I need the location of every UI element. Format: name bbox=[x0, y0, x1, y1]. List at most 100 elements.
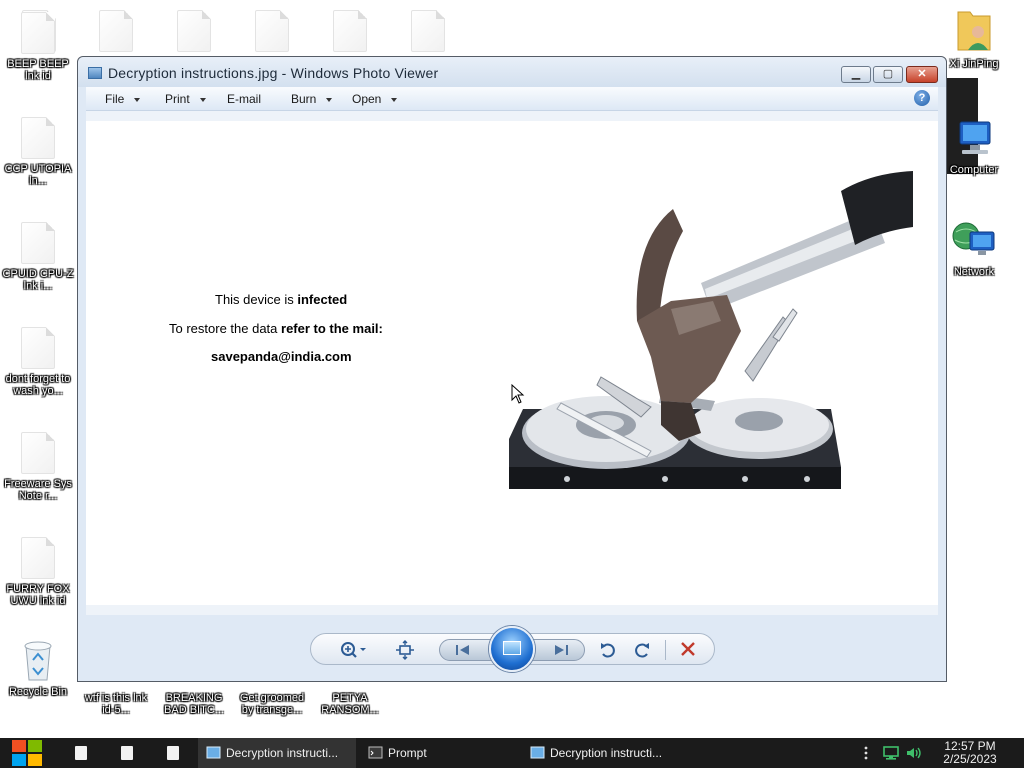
file-icon bbox=[21, 117, 55, 159]
file-icon bbox=[333, 10, 367, 52]
menu-file[interactable]: File bbox=[105, 92, 141, 106]
windows-logo-icon bbox=[12, 740, 42, 766]
file-icon bbox=[99, 10, 133, 52]
desktop-icon-beep[interactable]: BEEP BEEP lnk id bbox=[0, 12, 76, 82]
desktop-icon-label: Computer bbox=[949, 164, 999, 176]
desktop-icon-label: Network bbox=[953, 266, 995, 278]
close-button[interactable]: ✕ bbox=[906, 66, 938, 83]
desktop-icon-label: Freeware Sys Note r... bbox=[4, 478, 72, 502]
viewer-top-strip bbox=[86, 111, 938, 121]
delete-button[interactable] bbox=[675, 640, 701, 660]
taskbar-item-label: Decryption instructi... bbox=[226, 746, 339, 760]
desktop-icon-label: BEEP BEEP lnk id bbox=[7, 58, 69, 82]
start-button[interactable] bbox=[10, 738, 44, 768]
delete-icon bbox=[681, 642, 695, 656]
previous-button[interactable] bbox=[450, 641, 476, 661]
viewer-bottom-strip bbox=[86, 605, 938, 615]
desktop-icon-cpuid[interactable]: CPUID CPU-Z lnk i... bbox=[0, 222, 76, 292]
desktop-icon-recycle-bin[interactable]: Recycle Bin bbox=[0, 638, 76, 698]
desktop-icon-petya[interactable]: PETYA RANSOM... bbox=[312, 688, 388, 716]
file-icon bbox=[21, 327, 55, 369]
desktop-icon-computer[interactable]: Computer bbox=[936, 118, 1012, 176]
desktop-icon-dont-forget[interactable]: dont forget to wash yo... bbox=[0, 327, 76, 397]
taskbar-item-prompt[interactable]: Prompt bbox=[360, 738, 520, 768]
close-icon: ✕ bbox=[917, 68, 927, 80]
file-icon bbox=[21, 222, 55, 264]
file-icon bbox=[255, 10, 289, 52]
minimize-icon: ▁ bbox=[851, 68, 861, 80]
menu-open[interactable]: Open bbox=[352, 92, 398, 106]
file-icon bbox=[411, 10, 445, 52]
menu-label: E-mail bbox=[227, 92, 262, 106]
fit-to-window-button[interactable] bbox=[393, 640, 417, 660]
file-icon bbox=[21, 12, 55, 54]
control-divider bbox=[665, 640, 666, 660]
desktop-icon-user-folder[interactable]: Xi JinPing bbox=[936, 6, 1012, 70]
desktop-icon-label: PETYA RANSOM... bbox=[321, 692, 379, 716]
network-icon bbox=[952, 222, 995, 255]
taskbar-item-photo-viewer[interactable]: Decryption instructi... bbox=[198, 738, 356, 768]
restore-message: To restore the data refer to the mail: bbox=[169, 321, 383, 336]
taskbar: Decryption instructi... Prompt Decryptio… bbox=[0, 738, 1024, 768]
desktop-icon-network[interactable]: Network bbox=[936, 218, 1012, 278]
zoom-button[interactable] bbox=[337, 640, 371, 660]
desktop-icon-freeware[interactable]: Freeware Sys Note r... bbox=[0, 432, 76, 502]
rotate-right-icon bbox=[635, 643, 649, 658]
desktop-icon-top-4[interactable] bbox=[234, 10, 310, 52]
desktop-icon-label: dont forget to wash yo... bbox=[5, 373, 71, 397]
volume-icon[interactable] bbox=[905, 746, 923, 760]
desktop-icon-top-3[interactable] bbox=[156, 10, 232, 52]
maximize-button[interactable]: ▢ bbox=[873, 66, 903, 83]
chevron-down-icon bbox=[391, 97, 398, 102]
desktop-icon-top-5[interactable] bbox=[312, 10, 388, 52]
title-bar[interactable]: Decryption instructions.jpg - Windows Ph… bbox=[78, 57, 946, 87]
pinned-file-icon[interactable] bbox=[167, 746, 179, 760]
rotate-counterclockwise-button[interactable] bbox=[597, 640, 619, 660]
desktop-icon-label: wtf is this lnk id-5... bbox=[84, 692, 148, 716]
desktop-icon-wtf[interactable]: wtf is this lnk id-5... bbox=[78, 688, 154, 716]
desktop-icon-ccp[interactable]: CCP UTOPIA ln... bbox=[0, 117, 76, 187]
network-tray-icon[interactable] bbox=[882, 746, 900, 760]
desktop-icon-get-groomed[interactable]: Get groomed by transge... bbox=[234, 688, 310, 716]
help-button[interactable]: ? bbox=[914, 90, 930, 106]
command-prompt-icon bbox=[368, 746, 383, 759]
file-icon bbox=[21, 432, 55, 474]
slideshow-button[interactable] bbox=[489, 626, 535, 672]
file-icon bbox=[21, 537, 55, 579]
minimize-button[interactable]: ▁ bbox=[841, 66, 871, 83]
photo-viewer-icon bbox=[88, 67, 102, 79]
next-button[interactable] bbox=[548, 641, 574, 661]
previous-icon bbox=[456, 645, 469, 655]
mouse-cursor-icon bbox=[511, 384, 525, 404]
menu-burn[interactable]: Burn bbox=[291, 92, 333, 106]
system-clock[interactable]: 12:57 PM 2/25/2023 bbox=[930, 740, 1010, 766]
desktop-icon-top-2[interactable] bbox=[78, 10, 154, 52]
recycle-bin-icon bbox=[24, 641, 52, 681]
desktop-icon-furry-fox[interactable]: FURRY FOX UWU lnk id bbox=[0, 537, 76, 607]
desktop-icon-label: Xi JinPing bbox=[949, 58, 999, 70]
infected-message: This device is infected bbox=[215, 292, 347, 307]
taskbar-item-label: Decryption instructi... bbox=[550, 746, 663, 760]
next-icon bbox=[555, 645, 568, 655]
desktop-icon-label: CPUID CPU-Z lnk i... bbox=[2, 268, 74, 292]
menu-label: Print bbox=[165, 92, 190, 106]
desktop-icon-top-6[interactable] bbox=[390, 10, 466, 52]
rotate-clockwise-button[interactable] bbox=[631, 640, 653, 660]
more-options-icon[interactable] bbox=[864, 746, 868, 760]
menu-print[interactable]: Print bbox=[165, 92, 206, 106]
fit-icon bbox=[396, 640, 414, 660]
menu-label: File bbox=[105, 92, 125, 106]
hammer-smashing-hard-drive-image bbox=[509, 171, 913, 489]
menu-email[interactable]: E-mail bbox=[227, 92, 261, 106]
chevron-down-icon bbox=[326, 97, 333, 102]
menu-label: Open bbox=[352, 92, 382, 106]
message-text: To restore the data bbox=[169, 321, 282, 336]
photo-viewer-window: Decryption instructions.jpg - Windows Ph… bbox=[77, 56, 947, 682]
help-icon: ? bbox=[918, 92, 926, 104]
pinned-file-icon[interactable] bbox=[75, 746, 87, 760]
desktop-icon-breaking-bad[interactable]: BREAKING BAD BITC... bbox=[156, 688, 232, 716]
pinned-file-icon[interactable] bbox=[121, 746, 133, 760]
taskbar-item-photo-viewer-2[interactable]: Decryption instructi... bbox=[522, 738, 680, 768]
photo-viewer-icon bbox=[206, 746, 221, 759]
desktop-icon-label: Recycle Bin bbox=[8, 686, 68, 698]
